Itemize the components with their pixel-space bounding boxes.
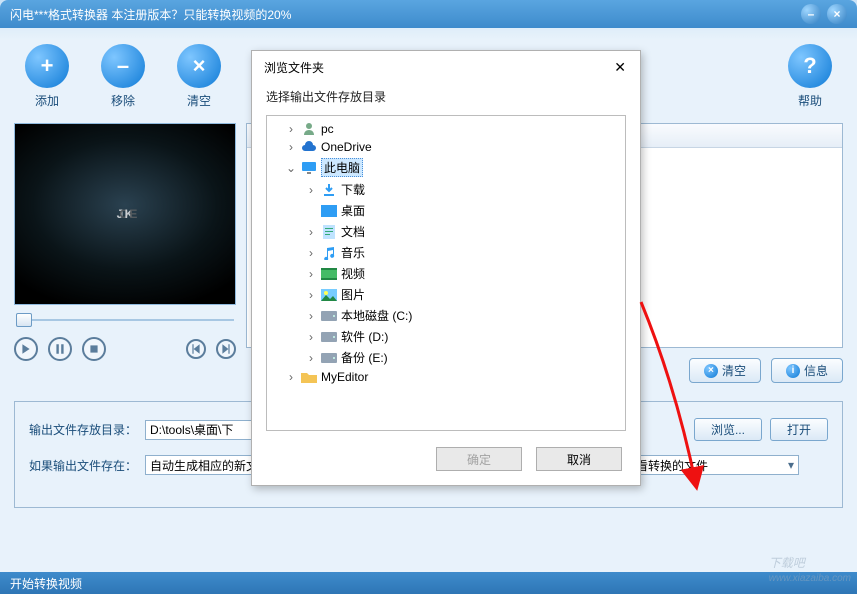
chevron-right-icon[interactable]: › (285, 370, 297, 384)
tree-node-label: MyEditor (321, 370, 368, 384)
chevron-down-icon[interactable]: ⌄ (285, 161, 297, 175)
chevron-right-icon[interactable]: › (305, 246, 317, 260)
tree-node-label: OneDrive (321, 140, 372, 154)
tree-node-label: 音乐 (341, 244, 365, 261)
drive-icon (321, 309, 337, 323)
dialog-title: 浏览文件夹 (264, 59, 324, 76)
dialog-close-button[interactable]: ✕ (610, 59, 630, 76)
tree-node-label: 桌面 (341, 202, 365, 219)
image-icon (321, 288, 337, 302)
chevron-right-icon[interactable]: › (305, 351, 317, 365)
chevron-right-icon[interactable]: › (305, 288, 317, 302)
tree-node-label: 备份 (E:) (341, 349, 388, 366)
tree-node-label: pc (321, 122, 334, 136)
chevron-right-icon[interactable]: › (285, 140, 297, 154)
tree-node-label: 图片 (341, 286, 365, 303)
tree-node[interactable]: › MyEditor (285, 368, 625, 386)
monitor-icon (301, 161, 317, 175)
tree-node-label: 视频 (341, 265, 365, 282)
doc-icon (321, 225, 337, 239)
tree-node[interactable]: › 软件 (D:) (285, 326, 625, 347)
tree-node[interactable]: › 图片 (285, 284, 625, 305)
cancel-button[interactable]: 取消 (536, 447, 622, 471)
ok-button[interactable]: 确定 (436, 447, 522, 471)
tree-node[interactable]: › 下载 (285, 179, 625, 200)
tree-node-label: 文档 (341, 223, 365, 240)
browse-folder-dialog: 浏览文件夹 ✕ 选择输出文件存放目录 › pc › OneDrive ⌄ 此电脑 › 下载桌面… (251, 50, 641, 486)
chevron-right-icon[interactable]: › (305, 267, 317, 281)
tree-node-label: 软件 (D:) (341, 328, 388, 345)
chevron-right-icon[interactable]: › (305, 183, 317, 197)
music-icon (321, 246, 337, 260)
desktop-icon (321, 204, 337, 218)
folder-icon (301, 370, 317, 384)
cloud-icon (301, 140, 317, 154)
tree-node-label: 下载 (341, 181, 365, 198)
chevron-right-icon[interactable]: › (285, 122, 297, 136)
dialog-subtitle: 选择输出文件存放目录 (252, 80, 640, 115)
tree-node[interactable]: › 备份 (E:) (285, 347, 625, 368)
chevron-right-icon[interactable]: › (305, 330, 317, 344)
tree-node[interactable]: › 音乐 (285, 242, 625, 263)
tree-node[interactable]: › 本地磁盘 (C:) (285, 305, 625, 326)
tree-node-label: 本地磁盘 (C:) (341, 307, 412, 324)
tree-node[interactable]: › OneDrive (285, 138, 625, 156)
folder-tree[interactable]: › pc › OneDrive ⌄ 此电脑 › 下载桌面 › 文档 › 音乐 › 视频 › 图片 › 本地磁盘 (… (266, 115, 626, 431)
tree-node[interactable]: ⌄ 此电脑 (285, 156, 625, 179)
tree-node[interactable]: › pc (285, 120, 625, 138)
video-icon (321, 267, 337, 281)
modal-backdrop: 浏览文件夹 ✕ 选择输出文件存放目录 › pc › OneDrive ⌄ 此电脑 › 下载桌面… (0, 0, 857, 594)
person-icon (301, 122, 317, 136)
drive-icon (321, 330, 337, 344)
tree-node[interactable]: › 文档 (285, 221, 625, 242)
tree-node[interactable]: 桌面 (285, 200, 625, 221)
chevron-right-icon[interactable]: › (305, 225, 317, 239)
drive-icon (321, 351, 337, 365)
chevron-right-icon[interactable]: › (305, 309, 317, 323)
download-icon (321, 183, 337, 197)
tree-node[interactable]: › 视频 (285, 263, 625, 284)
tree-node-label: 此电脑 (321, 158, 363, 177)
